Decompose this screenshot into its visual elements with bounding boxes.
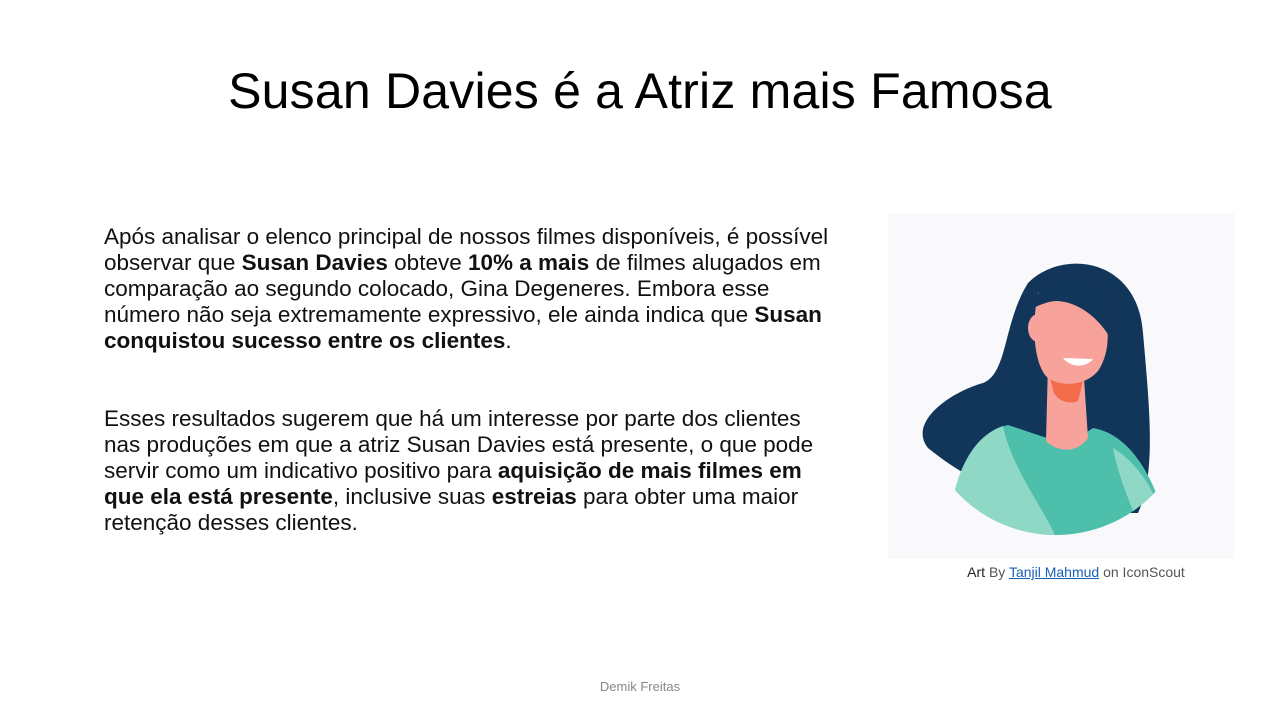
p2-bold-2: estreias [491, 484, 577, 509]
ear [1028, 314, 1048, 342]
woman-avatar-illustration [888, 213, 1234, 559]
credit-source: on IconScout [1099, 564, 1185, 580]
p2-text-2: , inclusive suas [332, 484, 492, 509]
credit-author-link[interactable]: Tanjil Mahmud [1009, 564, 1099, 580]
credit-by: By [985, 564, 1009, 580]
p1-text-2: obteve [387, 250, 468, 275]
paragraph-1: Após analisar o elenco principal de noss… [104, 224, 834, 354]
body-text: Após analisar o elenco principal de noss… [104, 224, 834, 588]
credit-art: Art [967, 564, 986, 580]
paragraph-2: Esses resultados sugerem que há um inter… [104, 406, 834, 536]
footer-author: Demik Freitas [599, 679, 681, 694]
illustration-credit: Art By Tanjil Mahmud on IconScout [888, 564, 1264, 580]
p1-bold-1: Susan Davies [241, 250, 388, 275]
p1-text-4: . [505, 328, 512, 353]
woman-avatar-svg [922, 263, 1168, 535]
p1-bold-2: 10% a mais [467, 250, 590, 275]
slide-title: Susan Davies é a Atriz mais Famosa [228, 63, 1052, 119]
